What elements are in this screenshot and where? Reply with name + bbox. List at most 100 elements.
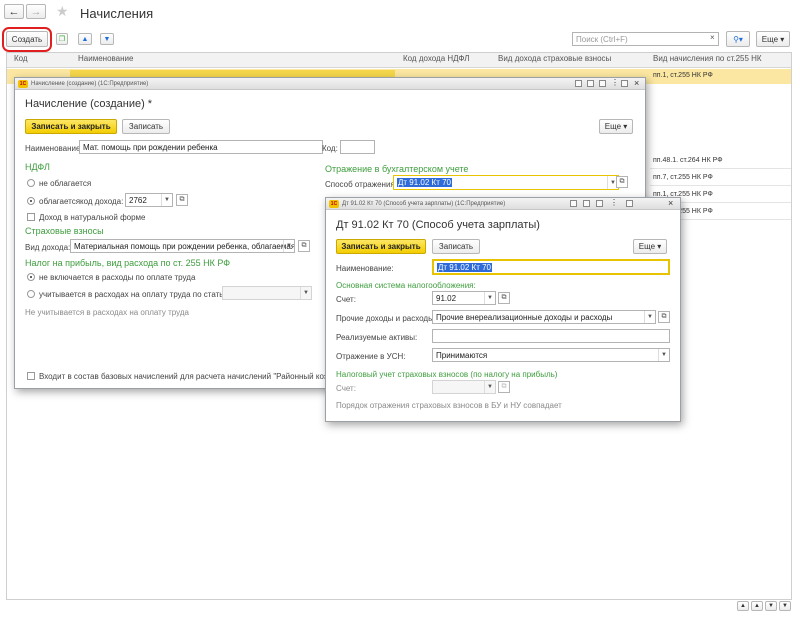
dropdown-icon[interactable]: ▼	[484, 292, 495, 304]
1c-logo-icon: 1С	[329, 199, 339, 208]
income-type-field[interactable]: Материальная помощь при рождении ребенка…	[70, 239, 295, 253]
close-icon[interactable]: ×	[668, 198, 673, 208]
close-icon[interactable]: ×	[634, 78, 639, 88]
maximize-icon[interactable]	[626, 200, 633, 207]
open-icon[interactable]: ⧉	[498, 292, 510, 304]
open-icon[interactable]: ⧉	[298, 240, 310, 252]
ndfl-section: НДФЛ	[25, 162, 50, 172]
taxed-radio[interactable]	[27, 197, 35, 205]
accounting-section: Отражение в бухгалтерском учете	[325, 164, 469, 174]
method-label: Способ отражения:	[325, 180, 397, 189]
window-icon[interactable]	[583, 200, 590, 207]
star-icon[interactable]: ★	[56, 3, 69, 20]
col-insurance[interactable]: Вид дохода страховые взносы	[498, 54, 611, 63]
included-radio[interactable]	[27, 290, 35, 298]
assets-field[interactable]	[432, 329, 670, 343]
back-button[interactable]: ←	[4, 4, 24, 19]
col-art255[interactable]: Вид начисления по ст.255 НК	[653, 54, 762, 63]
search-input[interactable]: Поиск (Ctrl+F)	[572, 32, 719, 46]
open-icon[interactable]: ⧉	[658, 311, 670, 323]
table-cell: пп.1, ст.255 НК РФ	[653, 72, 713, 79]
save-button[interactable]: Записать	[432, 239, 480, 254]
accounting-method-window: 1С Дт 91.02 Кт 70 (Способ учета зарплаты…	[325, 197, 681, 422]
not-taxed-radio[interactable]	[27, 179, 35, 187]
income-code-field[interactable]: 2762 ▼	[125, 193, 173, 207]
other-label: Прочие доходы и расходы:	[336, 314, 437, 323]
dropdown-icon[interactable]: ▼	[283, 240, 294, 252]
base-label: Входит в состав базовых начислений для р…	[39, 372, 351, 381]
col-code[interactable]: Код	[14, 54, 28, 63]
open-icon[interactable]: ⧉	[498, 381, 510, 393]
move-up-icon[interactable]: ▲	[78, 33, 92, 45]
form-heading: Начисление (создание) *	[25, 98, 153, 110]
create-button[interactable]: Создать	[6, 31, 48, 47]
table-row-line	[650, 168, 791, 169]
account-label: Счет:	[336, 295, 356, 304]
name-field[interactable]: Дт 91.02 Кт 70	[432, 259, 670, 275]
more-button[interactable]: Еще ▾	[633, 239, 667, 254]
included-label: учитывается в расходах на оплату труда п…	[39, 290, 231, 299]
window-icon[interactable]	[596, 200, 603, 207]
scroll-first-icon[interactable]: ▲	[737, 601, 749, 611]
forward-button[interactable]: →	[26, 4, 46, 19]
dropdown-icon[interactable]: ▼	[644, 311, 655, 323]
base-checkbox[interactable]	[27, 372, 35, 380]
window-icon[interactable]	[599, 80, 606, 87]
save-close-button[interactable]: Записать и закрыть	[25, 119, 117, 134]
code-label: Код:	[322, 144, 338, 153]
more-window-icon[interactable]: ⋮	[611, 78, 619, 87]
usn-field[interactable]: Принимаются ▼	[432, 348, 670, 362]
other-field[interactable]: Прочие внереализационные доходы и расход…	[432, 310, 656, 324]
profit-tax-section: Налог на прибыль, вид расхода по ст. 255…	[25, 258, 231, 268]
copy-icon[interactable]: ❐	[56, 33, 68, 45]
more-button[interactable]: Еще ▾	[756, 31, 790, 47]
save-button[interactable]: Записать	[122, 119, 170, 134]
not-included-label: не включается в расходы по оплате труда	[39, 273, 196, 282]
name-field[interactable]: Мат. помощь при рождении ребенка	[79, 140, 323, 154]
dropdown-icon[interactable]: ▼	[161, 194, 172, 206]
table-cell: пп.48.1. ст.264 НК РФ	[653, 157, 723, 164]
search-button[interactable]: ⚲▾	[726, 31, 750, 47]
maximize-icon[interactable]	[621, 80, 628, 87]
scroll-last-icon[interactable]: ▼	[779, 601, 791, 611]
dropdown-icon[interactable]: ▼	[484, 381, 495, 393]
more-window-icon[interactable]: ⋮	[610, 198, 618, 207]
not-included-radio[interactable]	[27, 273, 35, 281]
open-icon[interactable]: ⧉	[616, 176, 628, 188]
tax-system-section: Основная система налогообложения:	[336, 281, 476, 290]
1c-logo-icon: 1С	[18, 79, 28, 88]
accrual-window-titlebar: 1С Начисление (создание) (1С:Предприятие…	[15, 78, 645, 90]
dropdown-icon[interactable]: ▼	[658, 349, 669, 361]
method-field[interactable]: Дт 91.02 Кт 70 ▼	[393, 175, 619, 190]
code-field[interactable]	[340, 140, 375, 154]
account2-label: Счет:	[336, 384, 356, 393]
open-icon[interactable]: ⧉	[176, 194, 188, 206]
clear-search-icon[interactable]: ×	[710, 33, 715, 42]
window-icon[interactable]	[575, 80, 582, 87]
save-close-button[interactable]: Записать и закрыть	[336, 239, 426, 254]
col-name[interactable]: Наименование	[78, 54, 133, 63]
in-kind-label: Доход в натуральной форме	[39, 213, 146, 222]
name-label: Наименование:	[25, 144, 83, 153]
window-icon[interactable]	[570, 200, 577, 207]
income-code-label: код дохода:	[80, 197, 124, 206]
not-taxed-label: не облагается	[39, 179, 92, 188]
scroll-down-icon[interactable]: ▼	[765, 601, 777, 611]
name-label: Наименование:	[336, 264, 394, 273]
move-down-icon[interactable]: ▼	[100, 33, 114, 45]
article-field[interactable]: ▼	[222, 286, 312, 300]
scroll-up-icon[interactable]: ▲	[751, 601, 763, 611]
assets-label: Реализуемые активы:	[336, 333, 418, 342]
account2-field[interactable]: ▼	[432, 380, 496, 394]
more-button[interactable]: Еще ▾	[599, 119, 633, 134]
insurance-section: Страховые взносы	[25, 226, 104, 236]
not-counted-note: Не учитывается в расходах на оплату труд…	[25, 308, 189, 317]
insurance-note: Порядок отражения страховых взносов в БУ…	[336, 401, 562, 410]
col-ndfl[interactable]: Код дохода НДФЛ	[403, 54, 469, 63]
table-cell: пп.7, ст.255 НК РФ	[653, 174, 713, 181]
in-kind-checkbox[interactable]	[27, 213, 35, 221]
window-icon[interactable]	[587, 80, 594, 87]
account-field[interactable]: 91.02 ▼	[432, 291, 496, 305]
form-heading: Дт 91.02 Кт 70 (Способ учета зарплаты)	[336, 219, 540, 231]
dropdown-icon[interactable]: ▼	[300, 287, 311, 299]
